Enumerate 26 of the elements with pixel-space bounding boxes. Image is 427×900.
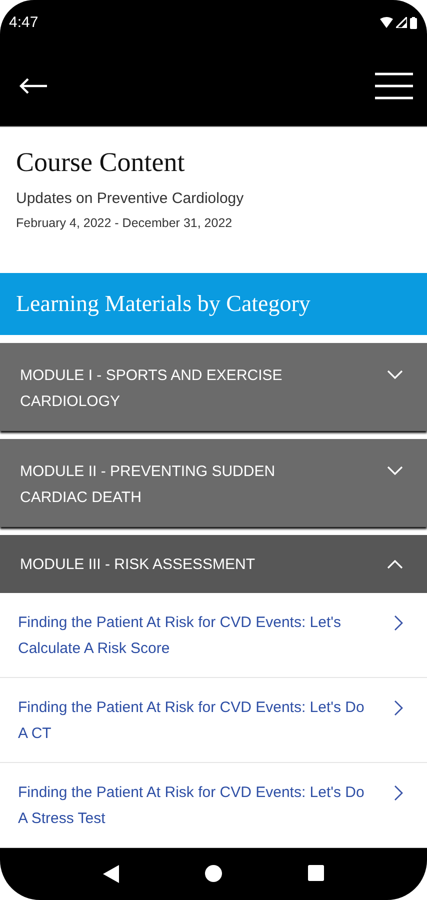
home-button[interactable] [205, 865, 222, 882]
category-banner: Learning Materials by Category [0, 273, 427, 335]
back-arrow-icon [18, 76, 48, 94]
module-header[interactable]: MODULE I - SPORTS AND EXERCISE CARDIOLOGY [0, 343, 427, 431]
course-name: Updates on Preventive Cardiology [16, 190, 245, 207]
menu-button[interactable] [375, 72, 413, 100]
course-dates: February 4, 2022 - December 31, 2022 [16, 216, 234, 230]
battery-icon [410, 16, 417, 28]
status-time: 4:47 [9, 14, 38, 31]
menu-icon [375, 72, 413, 100]
home-circle-icon [205, 865, 222, 882]
module-header[interactable]: MODULE III - RISK ASSESSMENT [0, 535, 427, 593]
nav-back-button[interactable] [103, 865, 119, 883]
chevron-down-icon [387, 370, 403, 380]
back-triangle-icon [103, 865, 119, 883]
back-button[interactable] [18, 76, 48, 94]
chevron-right-icon [394, 785, 403, 801]
signal-icon [396, 17, 407, 28]
chevron-down-icon [387, 466, 403, 476]
chevron-right-icon [394, 615, 403, 631]
chevron-up-icon [387, 559, 403, 569]
chevron-right-icon [394, 700, 403, 716]
page-title: Course Content [16, 147, 186, 178]
wifi-icon [380, 17, 393, 28]
recents-square-icon [308, 865, 324, 881]
module-header[interactable]: MODULE II - PREVENTING SUDDEN CARDIAC DEATH [0, 439, 427, 527]
